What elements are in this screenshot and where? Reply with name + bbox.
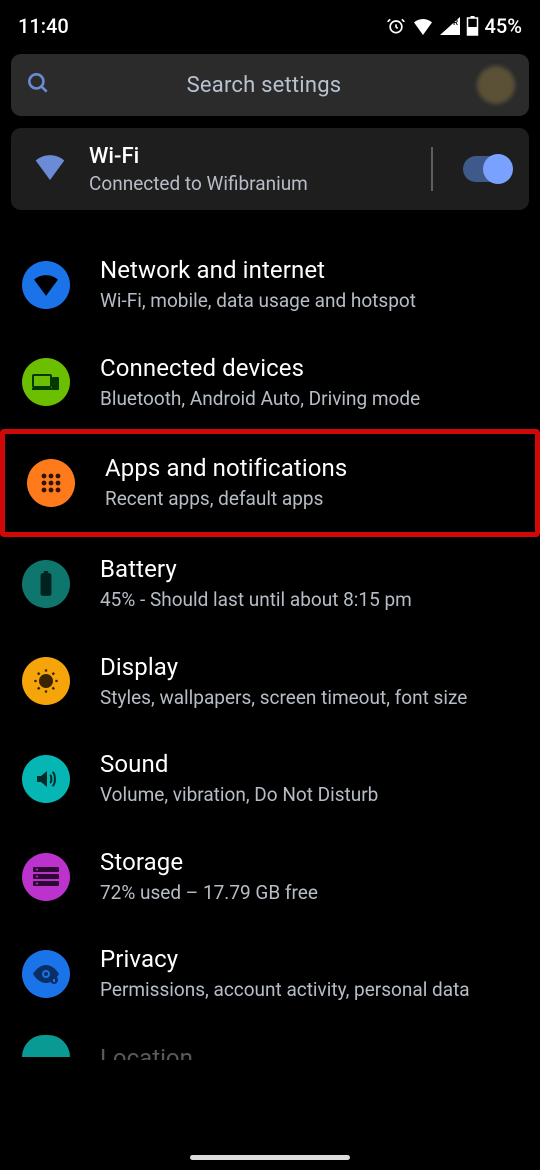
item-title: Privacy xyxy=(100,945,520,973)
status-time: 11:40 xyxy=(18,14,69,38)
location-icon xyxy=(22,1035,70,1057)
search-settings[interactable]: Search settings xyxy=(11,54,529,116)
search-placeholder: Search settings xyxy=(71,73,457,98)
item-subtitle: Volume, vibration, Do Not Disturb xyxy=(100,782,520,808)
item-subtitle: Permissions, account activity, personal … xyxy=(100,977,520,1003)
search-icon xyxy=(25,70,51,100)
statusbar: 11:40 R 45% xyxy=(0,0,540,48)
divider xyxy=(431,147,433,191)
svg-text:R: R xyxy=(453,18,458,27)
item-battery[interactable]: Battery 45% - Should last until about 8:… xyxy=(0,535,540,633)
storage-icon xyxy=(22,853,70,901)
status-battery-pct: 45% xyxy=(485,14,522,38)
item-location[interactable]: Location xyxy=(0,1023,540,1057)
item-subtitle: Wi-Fi, mobile, data usage and hotspot xyxy=(100,288,520,314)
item-title: Sound xyxy=(100,750,520,778)
wifi-subtitle: Connected to Wifibranium xyxy=(89,172,405,195)
brightness-icon xyxy=(22,657,70,705)
battery-icon xyxy=(22,560,70,608)
apps-grid-icon xyxy=(27,459,75,507)
item-subtitle: 72% used – 17.79 GB free xyxy=(100,880,520,906)
devices-icon xyxy=(22,358,70,406)
wifi-icon xyxy=(22,261,70,309)
privacy-eye-icon xyxy=(22,950,70,998)
item-display[interactable]: Display Styles, wallpapers, screen timeo… xyxy=(0,633,540,731)
wifi-icon xyxy=(33,154,67,184)
item-title: Storage xyxy=(100,848,520,876)
volume-icon xyxy=(22,755,70,803)
item-network-and-internet[interactable]: Network and internet Wi-Fi, mobile, data… xyxy=(0,236,540,334)
item-sound[interactable]: Sound Volume, vibration, Do Not Disturb xyxy=(0,730,540,828)
account-avatar[interactable] xyxy=(477,66,515,104)
item-privacy[interactable]: Privacy Permissions, account activity, p… xyxy=(0,925,540,1023)
item-title: Battery xyxy=(100,555,520,583)
alarm-icon xyxy=(386,16,406,36)
wifi-title: Wi-Fi xyxy=(89,144,405,169)
item-title: Network and internet xyxy=(100,256,520,284)
settings-list: Network and internet Wi-Fi, mobile, data… xyxy=(0,236,540,1057)
signal-icon: R xyxy=(440,17,460,35)
item-title: Connected devices xyxy=(100,354,520,382)
item-subtitle: Recent apps, default apps xyxy=(105,486,515,512)
item-title: Apps and notifications xyxy=(105,454,515,482)
wifi-status-icon xyxy=(412,17,434,35)
item-subtitle: 45% - Should last until about 8:15 pm xyxy=(100,587,520,613)
wifi-toggle[interactable] xyxy=(463,156,511,182)
item-apps-and-notifications[interactable]: Apps and notifications Recent apps, defa… xyxy=(0,429,540,537)
battery-icon xyxy=(466,16,479,36)
item-subtitle: Bluetooth, Android Auto, Driving mode xyxy=(100,386,520,412)
item-storage[interactable]: Storage 72% used – 17.79 GB free xyxy=(0,828,540,926)
wifi-quick-card[interactable]: Wi-Fi Connected to Wifibranium xyxy=(11,128,529,210)
gesture-nav-pill[interactable] xyxy=(0,1155,540,1160)
item-title: Location xyxy=(100,1044,193,1060)
item-subtitle: Styles, wallpapers, screen timeout, font… xyxy=(100,685,520,711)
item-title: Display xyxy=(100,653,520,681)
item-connected-devices[interactable]: Connected devices Bluetooth, Android Aut… xyxy=(0,334,540,432)
